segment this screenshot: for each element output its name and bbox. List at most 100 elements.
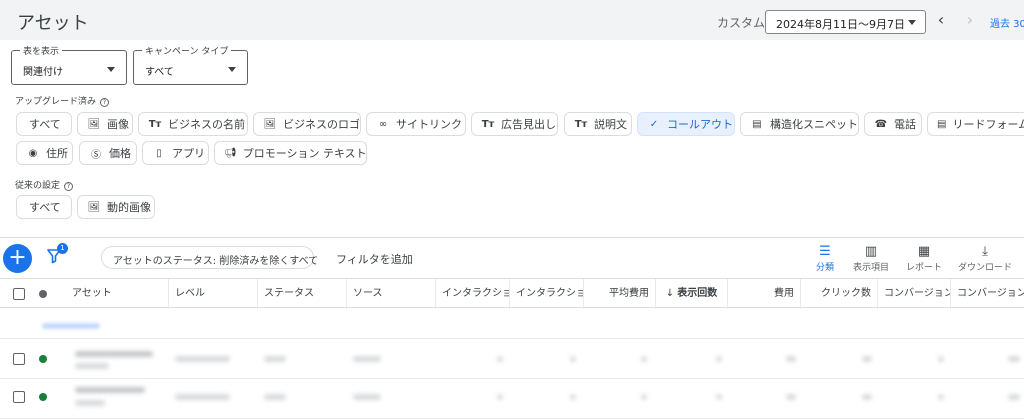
upgraded-section-label: アップグレード済み? — [15, 94, 110, 107]
chip-app[interactable]: ▯ アプリ — [142, 141, 209, 165]
blurred-source — [353, 394, 381, 400]
add-filter-button[interactable]: フィルタを追加 — [336, 251, 413, 267]
report-icon: ▦ — [917, 244, 931, 259]
help-icon[interactable]: ? — [100, 98, 110, 107]
col-interaction-rate[interactable]: インタラクショ — [509, 279, 583, 309]
chip-legacy-all[interactable]: すべて — [16, 195, 72, 219]
status-dot-enabled — [39, 393, 47, 401]
blurred-value — [641, 394, 647, 400]
chip-sitelink[interactable]: ∞ サイトリンク — [366, 112, 466, 136]
chip-phone[interactable]: ☎︎ 電話 — [864, 112, 922, 136]
col-asset[interactable]: アセット — [66, 279, 168, 309]
chip-label: アプリ — [172, 147, 205, 160]
top-bar: アセット カスタム 2024年8月11日～9月7日 ‹ › 過去 30 — [0, 0, 1024, 40]
blurred-asset-text — [75, 387, 145, 393]
segment-button[interactable]: ☰ 分類 — [811, 244, 839, 273]
chip-business-name[interactable]: Tт ビジネスの名前 — [138, 112, 248, 136]
col-source[interactable]: ソース — [346, 279, 435, 309]
form-icon: ▤ — [937, 118, 947, 130]
blurred-value — [1008, 394, 1020, 400]
caret-down-icon — [228, 67, 236, 72]
chip-upgraded-all[interactable]: すべて — [16, 112, 72, 136]
row-checkbox[interactable] — [13, 391, 25, 403]
table-header: アセット レベル ステータス ソース インタラクショ インタラクショ 平均費用 … — [0, 278, 1024, 309]
col-status[interactable]: ステータス — [257, 279, 346, 309]
chip-label: ビジネスの名前 — [168, 118, 245, 131]
date-range-value: 2024年8月11日～9月7日 — [776, 18, 905, 31]
legacy-section-label: 従来の設定? — [15, 178, 74, 191]
chevron-right-icon[interactable]: › — [959, 9, 981, 31]
section-divider — [0, 237, 1024, 238]
columns-button[interactable]: ▥ 表示項目 — [848, 244, 894, 273]
phone-icon: ☎︎ — [874, 118, 888, 130]
report-button[interactable]: ▦ レポート — [902, 244, 946, 273]
promotion-icon: 📢︎ — [224, 147, 237, 159]
chip-label: プロモーション テキスト — [242, 147, 367, 160]
chip-label: リードフォーム — [952, 118, 1024, 131]
table-subheader-row — [0, 309, 1024, 339]
blurred-value — [570, 356, 576, 362]
link-icon: ∞ — [378, 118, 388, 130]
col-cost[interactable]: 費用 — [727, 279, 800, 309]
text-icon: Tт — [148, 118, 162, 130]
col-level[interactable]: レベル — [168, 279, 257, 309]
date-range-select[interactable]: 2024年8月11日～9月7日 — [765, 10, 926, 34]
col-clicks[interactable]: クリック数 — [800, 279, 877, 309]
chip-label: ビジネスのロゴ — [283, 118, 360, 131]
blurred-status — [264, 394, 286, 400]
chip-location[interactable]: ◉ 住所 — [16, 141, 73, 165]
status-dot-header — [39, 290, 47, 298]
blurred-level — [175, 356, 230, 362]
blurred-value — [716, 356, 722, 362]
campaign-type-select[interactable]: キャンペーン タイプ すべて — [133, 44, 248, 85]
chip-label: 価格 — [109, 147, 131, 160]
chip-promotion-text[interactable]: 📢︎ プロモーション テキスト — [214, 141, 367, 165]
image-icon: 🖼︎ — [263, 118, 277, 130]
col-avg-cost[interactable]: 平均費用 — [583, 279, 655, 309]
blurred-status — [264, 356, 286, 362]
check-icon: ✓ — [649, 118, 659, 130]
chip-label: 電話 — [894, 118, 916, 131]
status-dot-enabled — [39, 355, 47, 363]
view-select[interactable]: 表を表示 関連付け — [11, 44, 127, 85]
location-icon: ◉ — [28, 147, 38, 159]
blurred-level — [175, 394, 230, 400]
chip-description[interactable]: Tт 説明文 — [564, 112, 632, 136]
caret-down-icon — [908, 20, 916, 25]
help-icon[interactable]: ? — [64, 182, 74, 191]
add-button[interactable]: + — [3, 244, 32, 273]
row-checkbox[interactable] — [13, 353, 25, 365]
snippet-icon: ▤ — [752, 118, 762, 130]
columns-icon: ▥ — [864, 244, 878, 259]
status-filter-chip[interactable]: アセットのステータス: 削除済みを除くすべて — [101, 246, 318, 269]
download-button[interactable]: ⤓ ダウンロード — [954, 244, 1016, 273]
price-icon: Ⓢ — [91, 149, 101, 161]
blurred-value — [641, 356, 647, 362]
select-all-checkbox[interactable] — [13, 288, 25, 300]
col-impressions[interactable]: ↓ 表示回数 — [655, 279, 727, 309]
chip-image[interactable]: 🖼︎ 画像 — [77, 112, 133, 136]
chip-headline[interactable]: Tт 広告見出し — [471, 112, 558, 136]
custom-range-label: カスタム — [717, 16, 766, 30]
table-row[interactable] — [0, 380, 1024, 419]
col-interactions[interactable]: インタラクショ — [435, 279, 509, 309]
blurred-source — [353, 356, 381, 362]
col-conversions[interactable]: コンバージョン — [877, 279, 950, 309]
plus-icon: + — [8, 245, 27, 270]
columns-label: 表示項目 — [852, 263, 889, 273]
chip-structured-snippet[interactable]: ▤ 構造化スニペット — [740, 112, 859, 136]
chip-business-logo[interactable]: 🖼︎ ビジネスのロゴ — [253, 112, 361, 136]
chip-dynamic-image[interactable]: 🖼︎ 動的画像 — [77, 195, 155, 219]
chip-callout[interactable]: ✓ コールアウト — [637, 112, 735, 136]
past-period-link[interactable]: 過去 30 — [990, 15, 1024, 30]
chip-price[interactable]: Ⓢ 価格 — [79, 141, 137, 165]
page-title: アセット — [17, 13, 89, 34]
view-select-value: 関連付け — [23, 67, 63, 78]
chip-lead-form[interactable]: ▤ リードフォーム — [927, 112, 1024, 136]
blurred-link[interactable] — [42, 323, 100, 329]
chevron-left-icon[interactable]: ‹ — [930, 9, 952, 31]
table-row[interactable] — [0, 340, 1024, 379]
report-label: レポート — [905, 263, 942, 273]
col-conversions-2[interactable]: コンバージョン — [950, 279, 1024, 309]
blurred-value — [938, 394, 944, 400]
